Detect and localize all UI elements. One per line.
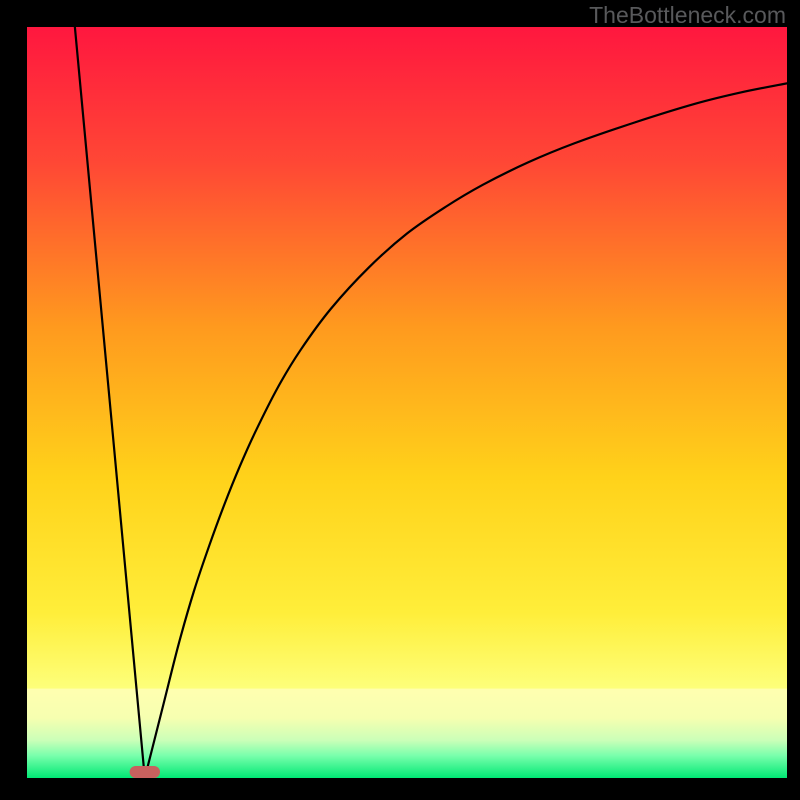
- watermark-text: TheBottleneck.com: [589, 2, 786, 29]
- bottleneck-chart: [27, 27, 787, 778]
- optimum-marker: [130, 766, 160, 778]
- chart-frame: TheBottleneck.com: [0, 0, 800, 800]
- gradient-background: [27, 27, 787, 778]
